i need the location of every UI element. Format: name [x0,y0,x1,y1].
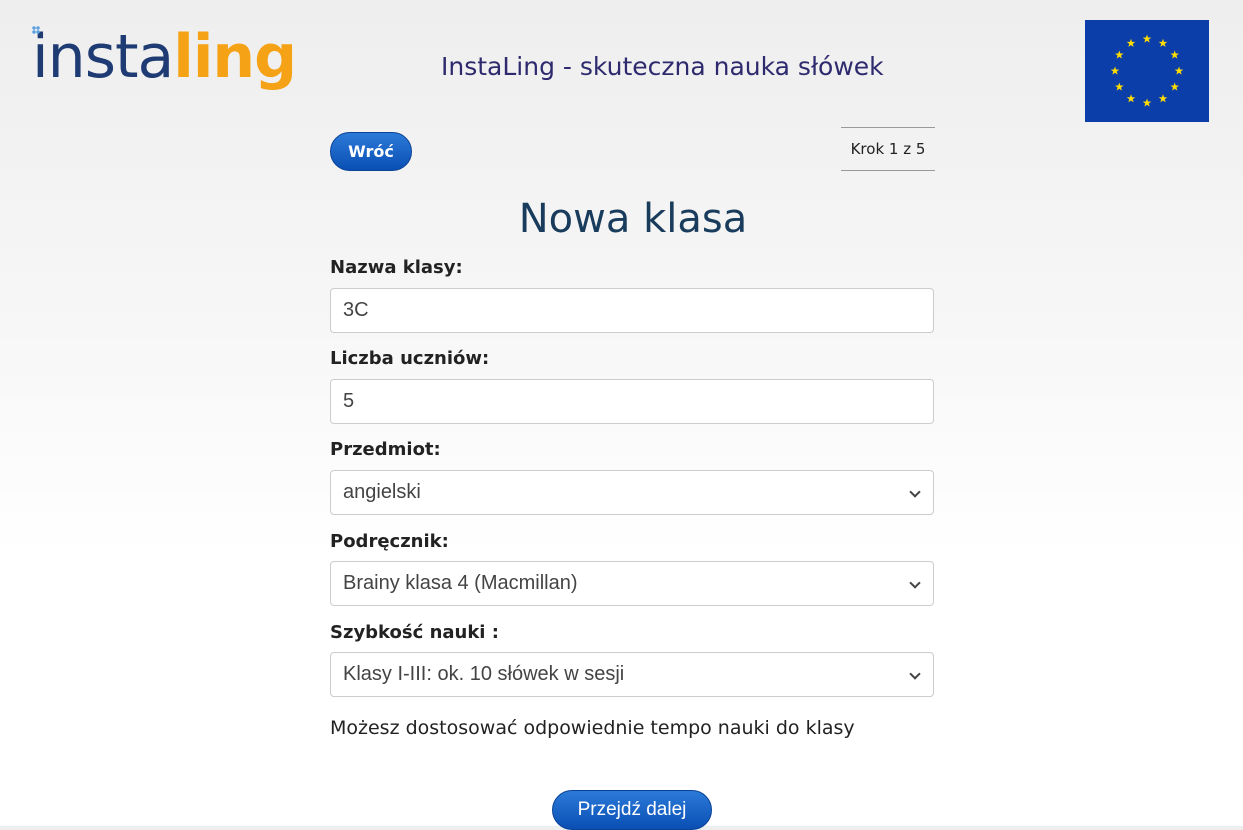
class-name-value: 3C [343,299,369,321]
instaling-logo: instaling [32,22,322,112]
eu-star [1174,66,1184,75]
site-title: InstaLing - skuteczna nauka słówek [441,52,884,81]
chevron-down-icon [909,487,921,499]
eu-star [1126,94,1136,103]
eu-star [1158,94,1168,103]
eu-star [1142,98,1152,107]
eu-star [1126,38,1136,47]
speed-select[interactable]: Klasy I-III: ok. 10 słówek w sesji [330,652,934,697]
logo-text-ling: ling [173,22,297,92]
eu-star [1142,34,1152,43]
next-button[interactable]: Przejdź dalej [552,790,712,830]
eu-star [1170,50,1179,59]
chevron-down-icon [909,578,921,590]
eu-star [1110,66,1120,75]
speed-value: Klasy I-III: ok. 10 słówek w sesji [343,663,625,685]
eu-star [1115,82,1124,91]
class-name-label: Nazwa klasy: [330,257,463,278]
logo-dot-icon [32,26,40,34]
subject-select[interactable]: angielski [330,470,934,515]
back-button[interactable]: Wróć [330,132,412,171]
logo-text-insta: insta [32,22,174,92]
step-indicator: Krok 1 z 5 [841,127,935,171]
eu-star [1170,82,1179,91]
students-value: 5 [343,390,355,412]
textbook-label: Podręcznik: [330,531,449,552]
eu-star [1158,38,1168,47]
students-label: Liczba uczniów: [330,348,490,369]
textbook-value: Brainy klasa 4 (Macmillan) [343,572,578,594]
eu-star [1115,50,1124,59]
speed-hint: Możesz dostosować odpowiednie tempo nauk… [330,717,855,739]
subject-label: Przedmiot: [330,439,441,460]
page-title: Nowa klasa [518,196,748,242]
speed-label: Szybkość nauki : [330,622,499,643]
class-name-input[interactable]: 3C [330,288,934,333]
textbook-select[interactable]: Brainy klasa 4 (Macmillan) [330,561,934,606]
students-input[interactable]: 5 [330,379,934,424]
chevron-down-icon [909,669,921,681]
eu-flag-icon [1085,20,1209,122]
subject-value: angielski [343,481,421,503]
